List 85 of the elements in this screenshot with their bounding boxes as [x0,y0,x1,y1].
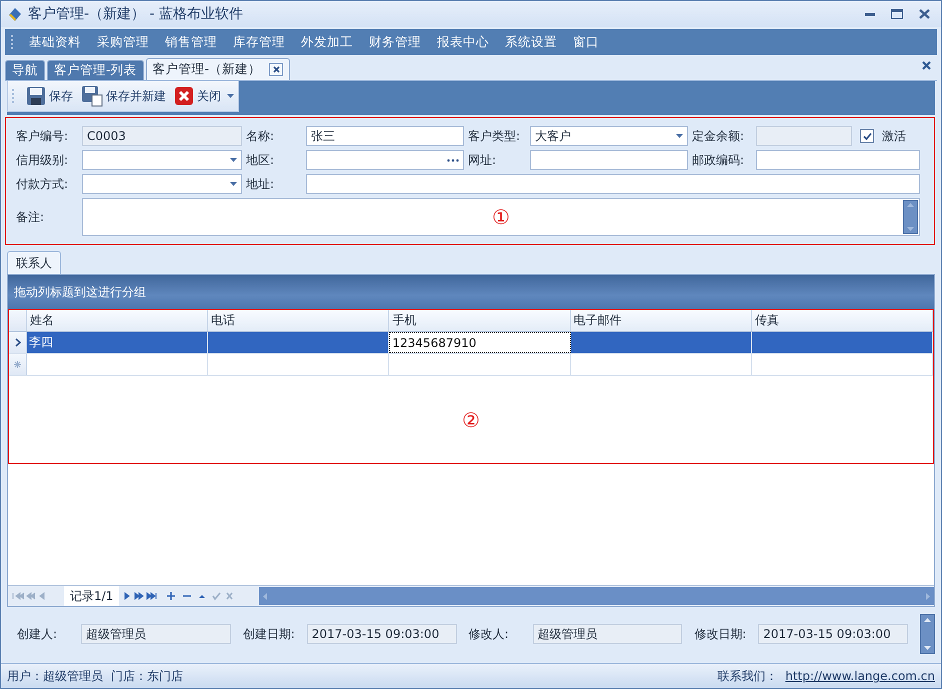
floppy-disk-page-icon [81,85,103,107]
new-row-asterisk-icon [14,361,21,368]
menu-item[interactable]: 窗口 [567,30,605,54]
column-header[interactable]: 传真 [752,310,933,331]
readonly-field: 2017-03-15 09:03:00 [758,624,908,644]
column-header[interactable]: 电子邮件 [570,310,752,331]
scroll-down-icon[interactable] [924,646,931,650]
field-label: 网址: [468,152,498,168]
toolbar-button[interactable]: 关闭 [172,84,223,108]
text-field[interactable] [306,174,920,194]
picker-field[interactable] [306,150,464,170]
memo-field[interactable]: ① [82,198,920,236]
tab-close-icon[interactable] [269,63,284,76]
dropdown-field[interactable]: 大客户 [530,126,688,146]
dropdown-caret-icon[interactable] [230,158,237,162]
app-logo-icon [7,6,23,22]
menu-item[interactable]: 销售管理 [159,30,223,54]
window-title: 客户管理-（新建） - 蓝格布业软件 [28,5,244,23]
menu-item[interactable]: 基础资料 [23,30,87,54]
field-label: 定金余额: [692,128,746,144]
dropdown-field[interactable] [82,150,242,170]
field-label: 创建人: [17,626,58,642]
field-label: 付款方式: [16,176,70,192]
tab[interactable]: 导航 [5,60,45,80]
menu-item[interactable]: 系统设置 [499,30,563,54]
checkbox[interactable] [860,129,874,143]
field-label: 信用级别: [16,152,70,168]
menu-item[interactable]: 库存管理 [227,30,291,54]
table-row[interactable]: 李四 12345687910 [9,332,933,354]
annotation-number: ① [492,205,510,229]
column-header[interactable]: 电话 [208,310,390,331]
field-label: 客户类型: [468,128,522,144]
annotation-number: ② [462,408,480,432]
readonly-field: 2017-03-15 09:03:00 [306,624,456,644]
toolbar-button[interactable]: 保存并新建 [79,83,168,109]
field-label: 邮政编码: [692,152,746,168]
contact-label: 联系我们： [717,668,778,684]
close-icon[interactable] [922,61,931,70]
row-pointer-icon [14,338,20,347]
text-field[interactable]: 张三 [306,126,464,146]
table-cell[interactable]: 李四 [27,332,208,353]
header-corner [9,310,27,331]
field-label: 名称: [246,128,276,144]
tab[interactable]: 客户管理-列表 [47,60,144,80]
readonly-field: 超级管理员 [81,624,231,644]
field-label: 修改人: [468,626,510,642]
text-field[interactable] [756,150,920,170]
text-field[interactable] [530,150,688,170]
menu-item[interactable]: 财务管理 [363,30,427,54]
group-hint: 拖动列标题到这进行分组 [14,284,146,300]
dropdown-caret-icon[interactable] [676,134,683,138]
column-header[interactable]: 手机 [389,310,571,331]
check-icon [862,132,872,140]
scroll-up-icon[interactable] [907,203,914,207]
column-header[interactable]: 姓名 [27,310,208,331]
menu-item[interactable]: 采购管理 [91,30,155,54]
scroll-left-icon[interactable] [263,592,268,600]
scroll-up-icon[interactable] [924,618,931,622]
row-indicator[interactable] [9,332,27,353]
record-counter: 记录1/1 [64,586,120,606]
field-label: 修改日期: [694,626,748,642]
field-label: 创建日期: [242,626,296,642]
tab[interactable]: 联系人 [7,251,61,274]
dropdown-field[interactable] [82,174,242,194]
close-icon [174,86,194,106]
dropdown-caret-icon[interactable] [227,94,234,98]
checkbox-label: 激活 [882,128,906,144]
field-label: 地址: [246,176,276,192]
scroll-right-icon[interactable] [926,592,930,600]
scroll-down-icon[interactable] [907,227,914,231]
field-label: 客户编号: [16,128,70,144]
menu-item[interactable]: 报表中心 [431,30,495,54]
readonly-field: 超级管理员 [532,624,682,644]
tab[interactable]: 客户管理-（新建） [146,58,290,80]
readonly-field: C0003 [82,126,242,146]
field-label: 备注: [16,208,46,226]
table-cell[interactable]: 12345687910 [389,332,571,353]
more-dots-icon[interactable] [447,158,459,162]
menu-item[interactable]: 外发加工 [295,30,359,54]
status-user: 用户：超级管理员 [7,668,103,684]
status-store: 门店：东门店 [111,668,184,684]
website-link[interactable]: http://www.lange.com.cn [785,669,935,683]
dropdown-caret-icon[interactable] [230,182,237,186]
toolbar-button[interactable]: 保存 [24,84,75,108]
field-label: 地区: [246,152,276,168]
